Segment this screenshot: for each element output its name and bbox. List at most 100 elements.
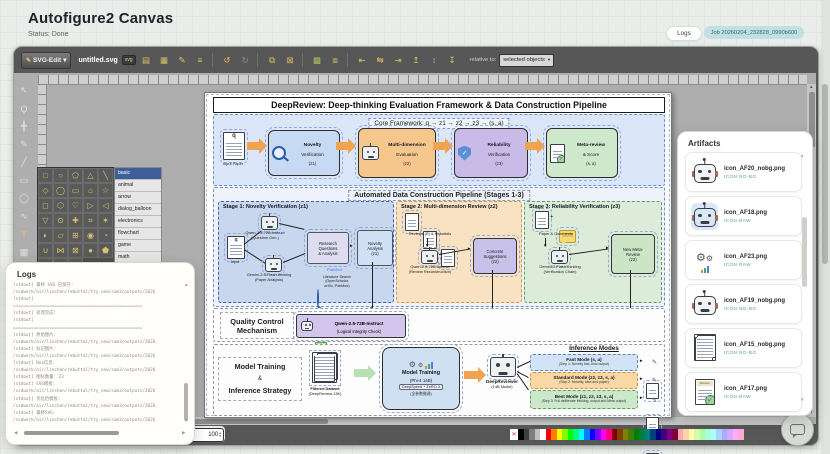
link-icon[interactable]: ⧈ xyxy=(328,53,343,67)
shape-button[interactable]: ◁ xyxy=(98,198,113,213)
shape-category[interactable]: animal xyxy=(115,180,161,192)
main-menu-button[interactable]: ✎ SVG-Edit ▾ xyxy=(21,52,71,69)
artifact-card[interactable]: icon_AF15_nobg.pngICON NO-BG xyxy=(685,328,802,368)
shape-button[interactable]: ╲ xyxy=(98,168,113,183)
job-id-button[interactable]: Job 20260204_232828_0990b600 xyxy=(704,26,804,39)
shape-category[interactable]: game xyxy=(115,240,161,252)
artifact-card[interactable]: icon_AF19_nobg.pngICON NO-BG xyxy=(685,284,802,324)
scroll-up-icon[interactable]: ▲ xyxy=(184,283,188,287)
line-tool[interactable]: ╱ xyxy=(15,154,33,171)
zoom-input[interactable]: 100 ▴▾ xyxy=(190,428,224,442)
logs-vscroll-thumb[interactable] xyxy=(184,383,188,421)
novelty-analysis-box: NoveltyAnalysis(z1) xyxy=(357,230,393,266)
align-center-icon[interactable]: ⇆ xyxy=(373,53,388,67)
scroll-left-icon[interactable]: ◀ xyxy=(14,431,17,435)
concrete-suggestions-box: ConcreteSuggestions(z2) xyxy=(473,238,517,274)
shape-button[interactable]: ◔ xyxy=(98,228,113,243)
shape-button[interactable]: △ xyxy=(83,168,98,183)
shape-button[interactable]: ◉ xyxy=(83,228,98,243)
shape-button[interactable]: ✶ xyxy=(98,213,113,228)
undo-icon[interactable]: ↺ xyxy=(220,53,235,67)
layers-icon[interactable]: ≡ xyxy=(193,53,208,67)
shape-button[interactable]: ● xyxy=(83,243,98,258)
shape-button[interactable]: ∪ xyxy=(38,243,53,258)
pencil-tool[interactable]: ✎ xyxy=(15,136,33,153)
scroll-up-icon[interactable]: ▲ xyxy=(809,85,813,89)
rect-tool[interactable]: ▭ xyxy=(15,172,33,189)
shape-button[interactable]: ✚ xyxy=(68,213,83,228)
shape-button[interactable]: □ xyxy=(38,168,53,183)
artifact-card[interactable]: Review✓ icon_AF17.pngICON RAW xyxy=(685,372,802,412)
shape-button[interactable]: ♡ xyxy=(68,198,83,213)
robot-icon xyxy=(693,204,717,228)
scroll-up-icon[interactable]: ▲ xyxy=(800,154,804,158)
shape-category[interactable]: flowchart xyxy=(115,228,161,240)
shape-button[interactable]: ⬟ xyxy=(98,243,113,258)
chat-button[interactable] xyxy=(781,413,814,446)
novelty-verification-box: NoveltyVerification(z1) xyxy=(268,130,340,176)
artifact-card[interactable]: icon_AF18.pngICON RAW xyxy=(685,196,802,236)
align-right-icon[interactable]: ⇥ xyxy=(391,53,406,67)
shape-button[interactable]: ⬡ xyxy=(53,198,68,213)
stage1-box: Stage 1: Novelty Verification (z1) q Inp… xyxy=(218,201,394,303)
relative-to-dropdown[interactable]: selected objects ▾ xyxy=(499,54,554,67)
zoom-stepper[interactable]: ▴▾ xyxy=(219,432,221,438)
artifact-card[interactable]: icon_AF20_nobg.pngICON NO-BG xyxy=(685,152,802,192)
shape-button[interactable]: ○ xyxy=(53,168,68,183)
logs-button[interactable]: Logs xyxy=(666,26,702,41)
no-color-swatch[interactable]: ✕ xyxy=(510,429,518,440)
page-scrollbar-thumb[interactable] xyxy=(822,84,828,264)
scroll-down-icon[interactable]: ▼ xyxy=(184,419,188,423)
align-middle-icon[interactable]: ↕ xyxy=(427,53,442,67)
shape-button[interactable]: ◐ xyxy=(38,228,53,243)
reliability-verification-box: ✓ ReliabilityVerification(z3) xyxy=(454,128,528,178)
shape-category[interactable]: arrow xyxy=(115,192,161,204)
shape-button[interactable]: ◇ xyxy=(38,183,53,198)
shape-button[interactable]: ⊠ xyxy=(68,243,83,258)
align-bottom-icon[interactable]: ↧ xyxy=(445,53,460,67)
zoom-tool[interactable]: Ϙ xyxy=(15,100,33,117)
artifact-card[interactable]: ⚙⚙ icon_AF23.pngICON RAW xyxy=(685,240,802,280)
shape-category[interactable]: dialog_balloon xyxy=(115,204,161,216)
scroll-right-icon[interactable]: ▶ xyxy=(182,431,185,435)
logs-hscroll-thumb[interactable] xyxy=(24,431,119,435)
redo-icon[interactable]: ↻ xyxy=(238,53,253,67)
shape-button[interactable]: ◯ xyxy=(53,183,68,198)
shape-button[interactable]: ⌂ xyxy=(83,183,98,198)
shape-button[interactable]: ⊙ xyxy=(53,213,68,228)
shape-category[interactable]: electronics xyxy=(115,216,161,228)
shape-button[interactable]: ☆ xyxy=(98,183,113,198)
new-document-icon[interactable]: ▤ xyxy=(139,53,154,67)
edit-source-icon[interactable]: ✎ xyxy=(175,53,190,67)
shape-button[interactable]: ▱ xyxy=(53,228,68,243)
image-tool[interactable]: ▦ xyxy=(15,244,33,261)
shape-button[interactable]: ▽ xyxy=(38,213,53,228)
shape-button[interactable]: ⌗ xyxy=(83,213,98,228)
stepper-down-icon[interactable]: ▾ xyxy=(219,435,221,438)
artifacts-scroll-thumb[interactable] xyxy=(802,217,807,287)
pan-tool[interactable]: ╋ xyxy=(15,118,33,135)
shape-button[interactable]: ▷ xyxy=(83,198,98,213)
canvas-page[interactable]: DeepReview: Deep-thinking Evaluation Fra… xyxy=(204,92,672,418)
shape-button[interactable]: ⊞ xyxy=(68,228,83,243)
toolbar-separator xyxy=(257,53,258,67)
shape-button[interactable]: ⬠ xyxy=(68,168,83,183)
shape-button[interactable]: ⋈ xyxy=(53,243,68,258)
shape-button[interactable]: ◻ xyxy=(38,198,53,213)
delete-icon[interactable]: ⊠ xyxy=(283,53,298,67)
speech-bubble-icon xyxy=(790,424,805,435)
shape-category[interactable]: basic xyxy=(115,168,161,180)
palette-swatch[interactable] xyxy=(738,429,744,440)
shape-button[interactable]: ▭ xyxy=(68,183,83,198)
align-top-icon[interactable]: ↥ xyxy=(409,53,424,67)
clone-icon[interactable]: ⧉ xyxy=(265,53,280,67)
scroll-down-icon[interactable]: ▼ xyxy=(800,398,804,402)
insert-image-icon[interactable]: ▦ xyxy=(157,53,172,67)
path-tool[interactable]: ∿ xyxy=(15,208,33,225)
select-tool[interactable]: ↖ xyxy=(15,82,33,99)
text-tool[interactable]: T xyxy=(15,226,33,243)
align-left-icon[interactable]: ⇤ xyxy=(355,53,370,67)
color-palette: ✕ xyxy=(510,429,744,440)
group-icon[interactable]: ▩ xyxy=(310,53,325,67)
ellipse-tool[interactable]: ◯ xyxy=(15,190,33,207)
